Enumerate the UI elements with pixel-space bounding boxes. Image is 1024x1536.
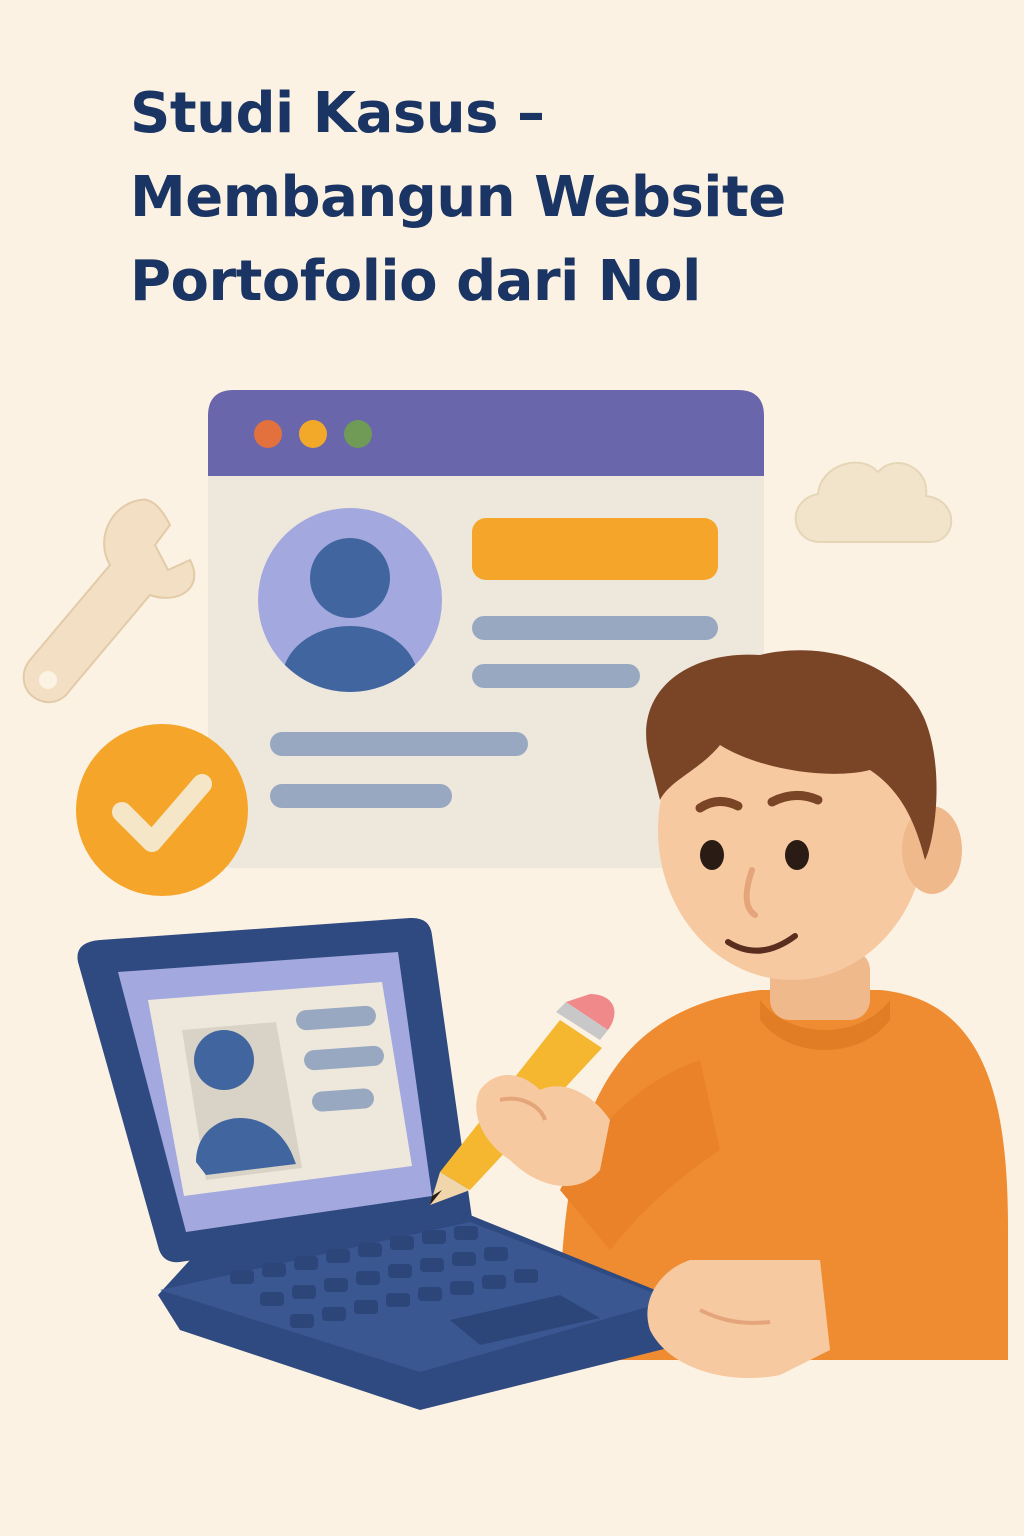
text-line: [472, 616, 718, 640]
wrench-icon: [22, 498, 196, 704]
illustration: [22, 390, 1008, 1410]
window-dot-red: [254, 420, 282, 448]
window-dot-green: [344, 420, 372, 448]
text-line: [270, 732, 528, 756]
hand-holding-pencil: [476, 1075, 610, 1187]
browser-header: [208, 390, 764, 476]
cloud-icon: [794, 461, 953, 543]
text-line: [472, 664, 640, 688]
hand-on-laptop: [647, 1260, 830, 1378]
check-badge-icon: [76, 724, 248, 896]
text-line: [270, 784, 452, 808]
headline-bar: [472, 518, 718, 580]
window-dot-yellow: [299, 420, 327, 448]
